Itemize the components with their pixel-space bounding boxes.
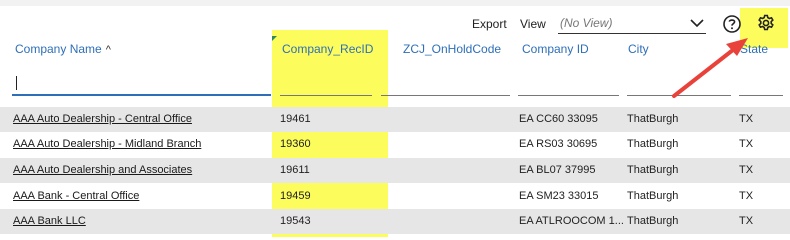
column-header-company-id[interactable]: Company ID xyxy=(522,42,589,56)
filter-city[interactable] xyxy=(627,72,731,96)
company-name-link[interactable]: AAA Auto Dealership - Central Office xyxy=(13,113,192,125)
filter-zcj-onholdcode[interactable] xyxy=(381,72,510,96)
cell-company-id: EA RS03 30695 xyxy=(519,138,598,150)
column-header-company-name[interactable]: Company Name ^ xyxy=(15,42,111,56)
view-select[interactable]: (No View) xyxy=(558,13,706,34)
cell-state: TX xyxy=(739,190,754,202)
cell-city: ThatBurgh xyxy=(627,190,679,202)
filter-company-id[interactable] xyxy=(518,72,619,96)
company-name-link[interactable]: AAA Auto Dealership and Associates xyxy=(13,164,192,176)
cell-company-recid: 19461 xyxy=(280,113,311,125)
chevron-down-icon[interactable] xyxy=(688,14,706,32)
top-strip xyxy=(0,0,790,6)
filter-company-name[interactable] xyxy=(12,72,271,96)
text-cursor xyxy=(16,76,17,90)
view-select-value: (No View) xyxy=(560,16,613,30)
help-icon[interactable] xyxy=(722,14,742,34)
table-row[interactable]: AAA Auto Dealership - Central Office 194… xyxy=(0,107,790,132)
cell-city: ThatBurgh xyxy=(627,164,679,176)
column-header-city[interactable]: City xyxy=(628,42,649,56)
table-row[interactable]: AAA Auto Dealership and Associates 19611… xyxy=(0,158,790,183)
cell-company-id: EA ATLROOCOM 1... xyxy=(519,215,624,227)
grid-header: Company Name ^ Company_RecID ZCJ_OnHoldCo… xyxy=(0,40,790,62)
cell-city: ThatBurgh xyxy=(627,138,679,150)
filter-row xyxy=(0,68,790,100)
cell-state: TX xyxy=(739,113,754,125)
arrow-up-icon[interactable]: ^ xyxy=(106,44,111,56)
cell-company-recid: 19360 xyxy=(280,138,311,150)
cell-state: TX xyxy=(739,164,754,176)
export-button[interactable]: Export xyxy=(472,17,507,31)
cell-city: ThatBurgh xyxy=(627,113,679,125)
cell-company-id: EA CC60 33095 xyxy=(519,113,598,125)
cell-company-id: EA SM23 33015 xyxy=(519,190,599,202)
cell-city: ThatBurgh xyxy=(627,215,679,227)
cell-company-id: EA BL07 37995 xyxy=(519,164,596,176)
grid-toolbar: Export View (No View) xyxy=(0,10,790,38)
cell-state: TX xyxy=(739,215,754,227)
column-header-state[interactable]: State xyxy=(740,42,768,56)
company-name-link[interactable]: AAA Bank - Central Office xyxy=(13,190,139,202)
table-row[interactable]: AAA Auto Dealership - Midland Branch 193… xyxy=(0,132,790,157)
cell-company-recid: 19543 xyxy=(280,215,311,227)
cell-company-recid: 19459 xyxy=(280,190,311,202)
filter-state[interactable] xyxy=(739,72,783,96)
filter-company-recid[interactable] xyxy=(280,72,372,96)
table-row[interactable]: AAA Bank - Central Office 19459 EA SM23 … xyxy=(0,184,790,209)
view-label: View xyxy=(520,17,546,31)
column-header-company-recid[interactable]: Company_RecID xyxy=(282,42,373,56)
grid-page: Export View (No View) Company Name ^ Comp… xyxy=(0,0,790,237)
company-name-link[interactable]: AAA Bank LLC xyxy=(13,215,86,227)
table-row[interactable]: AAA Bank LLC 19543 EA ATLROOCOM 1... Tha… xyxy=(0,209,790,234)
company-name-link[interactable]: AAA Auto Dealership - Midland Branch xyxy=(13,138,201,150)
column-header-label: Company Name xyxy=(15,42,102,56)
gear-icon[interactable] xyxy=(756,13,776,33)
cell-company-recid: 19611 xyxy=(280,164,310,176)
cell-state: TX xyxy=(739,138,754,150)
column-header-zcj-onholdcode[interactable]: ZCJ_OnHoldCode xyxy=(403,42,501,56)
